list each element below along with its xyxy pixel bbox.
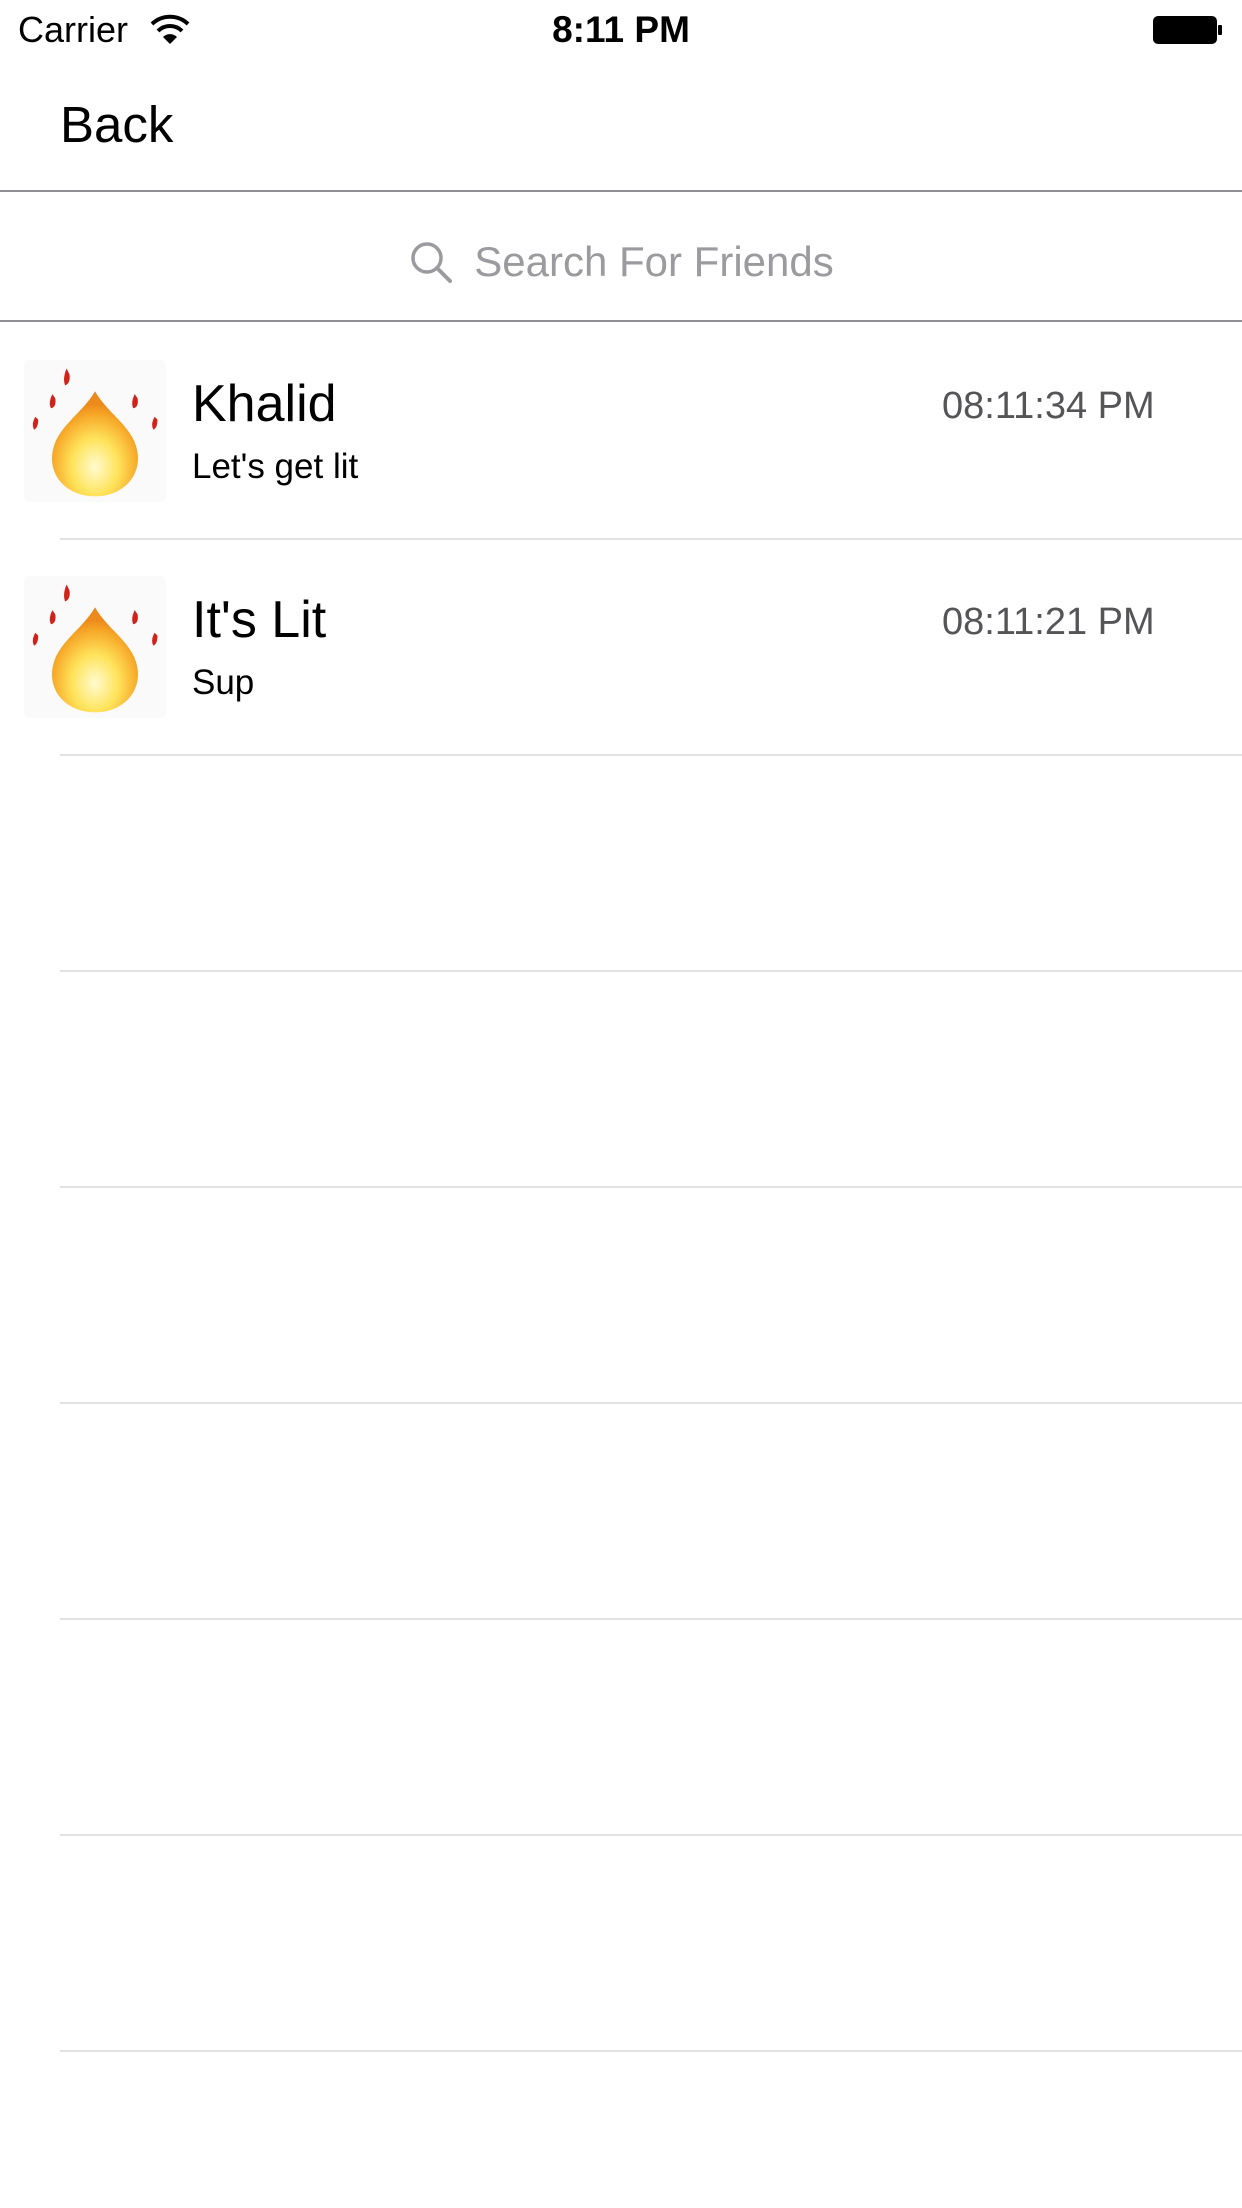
divider [60, 2050, 1242, 2052]
fire-icon [24, 576, 166, 718]
divider [60, 970, 1242, 972]
battery-icon [1152, 14, 1224, 46]
last-message: Let's get lit [192, 447, 359, 486]
conversation-row[interactable]: It's Lit Sup 08:11:21 PM [0, 540, 1242, 756]
divider [60, 1186, 1242, 1188]
message-time: 08:11:34 PM [942, 385, 1155, 427]
back-button[interactable]: Back [60, 95, 173, 155]
status-bar: Carrier 8:11 PM [0, 0, 1242, 60]
search-input[interactable]: Search For Friends [474, 237, 833, 287]
contact-name: Khalid [192, 375, 337, 433]
navigation-bar: Back [0, 60, 1242, 192]
search-icon [408, 239, 454, 285]
search-bar[interactable]: Search For Friends [0, 192, 1242, 322]
status-time: 8:11 PM [552, 9, 690, 50]
divider [60, 1834, 1242, 1836]
last-message: Sup [192, 663, 255, 702]
contact-name: It's Lit [192, 591, 327, 649]
divider [60, 1402, 1242, 1404]
divider [60, 754, 1242, 756]
fire-icon [24, 360, 166, 502]
divider [60, 1618, 1242, 1620]
message-time: 08:11:21 PM [942, 601, 1155, 643]
conversation-row[interactable]: Khalid Let's get lit 08:11:34 PM [0, 324, 1242, 540]
